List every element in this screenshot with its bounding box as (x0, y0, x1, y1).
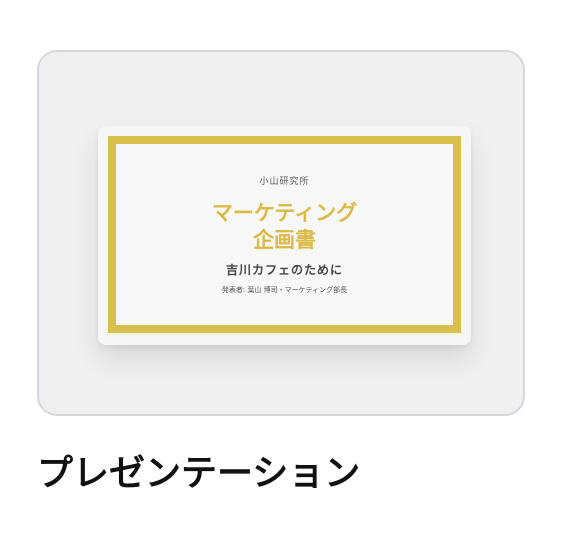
slide-subtitle: 吉川カフェのために (225, 263, 343, 277)
template-category-label[interactable]: プレゼンテーション (37, 450, 360, 498)
presentation-template-card[interactable]: 小山研究所 マーケティング 企画書 吉川カフェのために 発表者: 葉山 博司・マ… (37, 50, 525, 416)
slide-title: マーケティング 企画書 (116, 200, 453, 254)
slide-gold-frame: 小山研究所 マーケティング 企画書 吉川カフェのために 発表者: 葉山 博司・マ… (108, 136, 461, 333)
slide-organization: 小山研究所 (259, 177, 310, 187)
slide-thumbnail: 小山研究所 マーケティング 企画書 吉川カフェのために 発表者: 葉山 博司・マ… (98, 126, 471, 345)
slide-presenter: 発表者: 葉山 博司・マーケティング部長 (221, 286, 348, 294)
slide-title-line-2: 企画書 (253, 228, 316, 252)
slide-title-line-1: マーケティング (211, 201, 358, 225)
